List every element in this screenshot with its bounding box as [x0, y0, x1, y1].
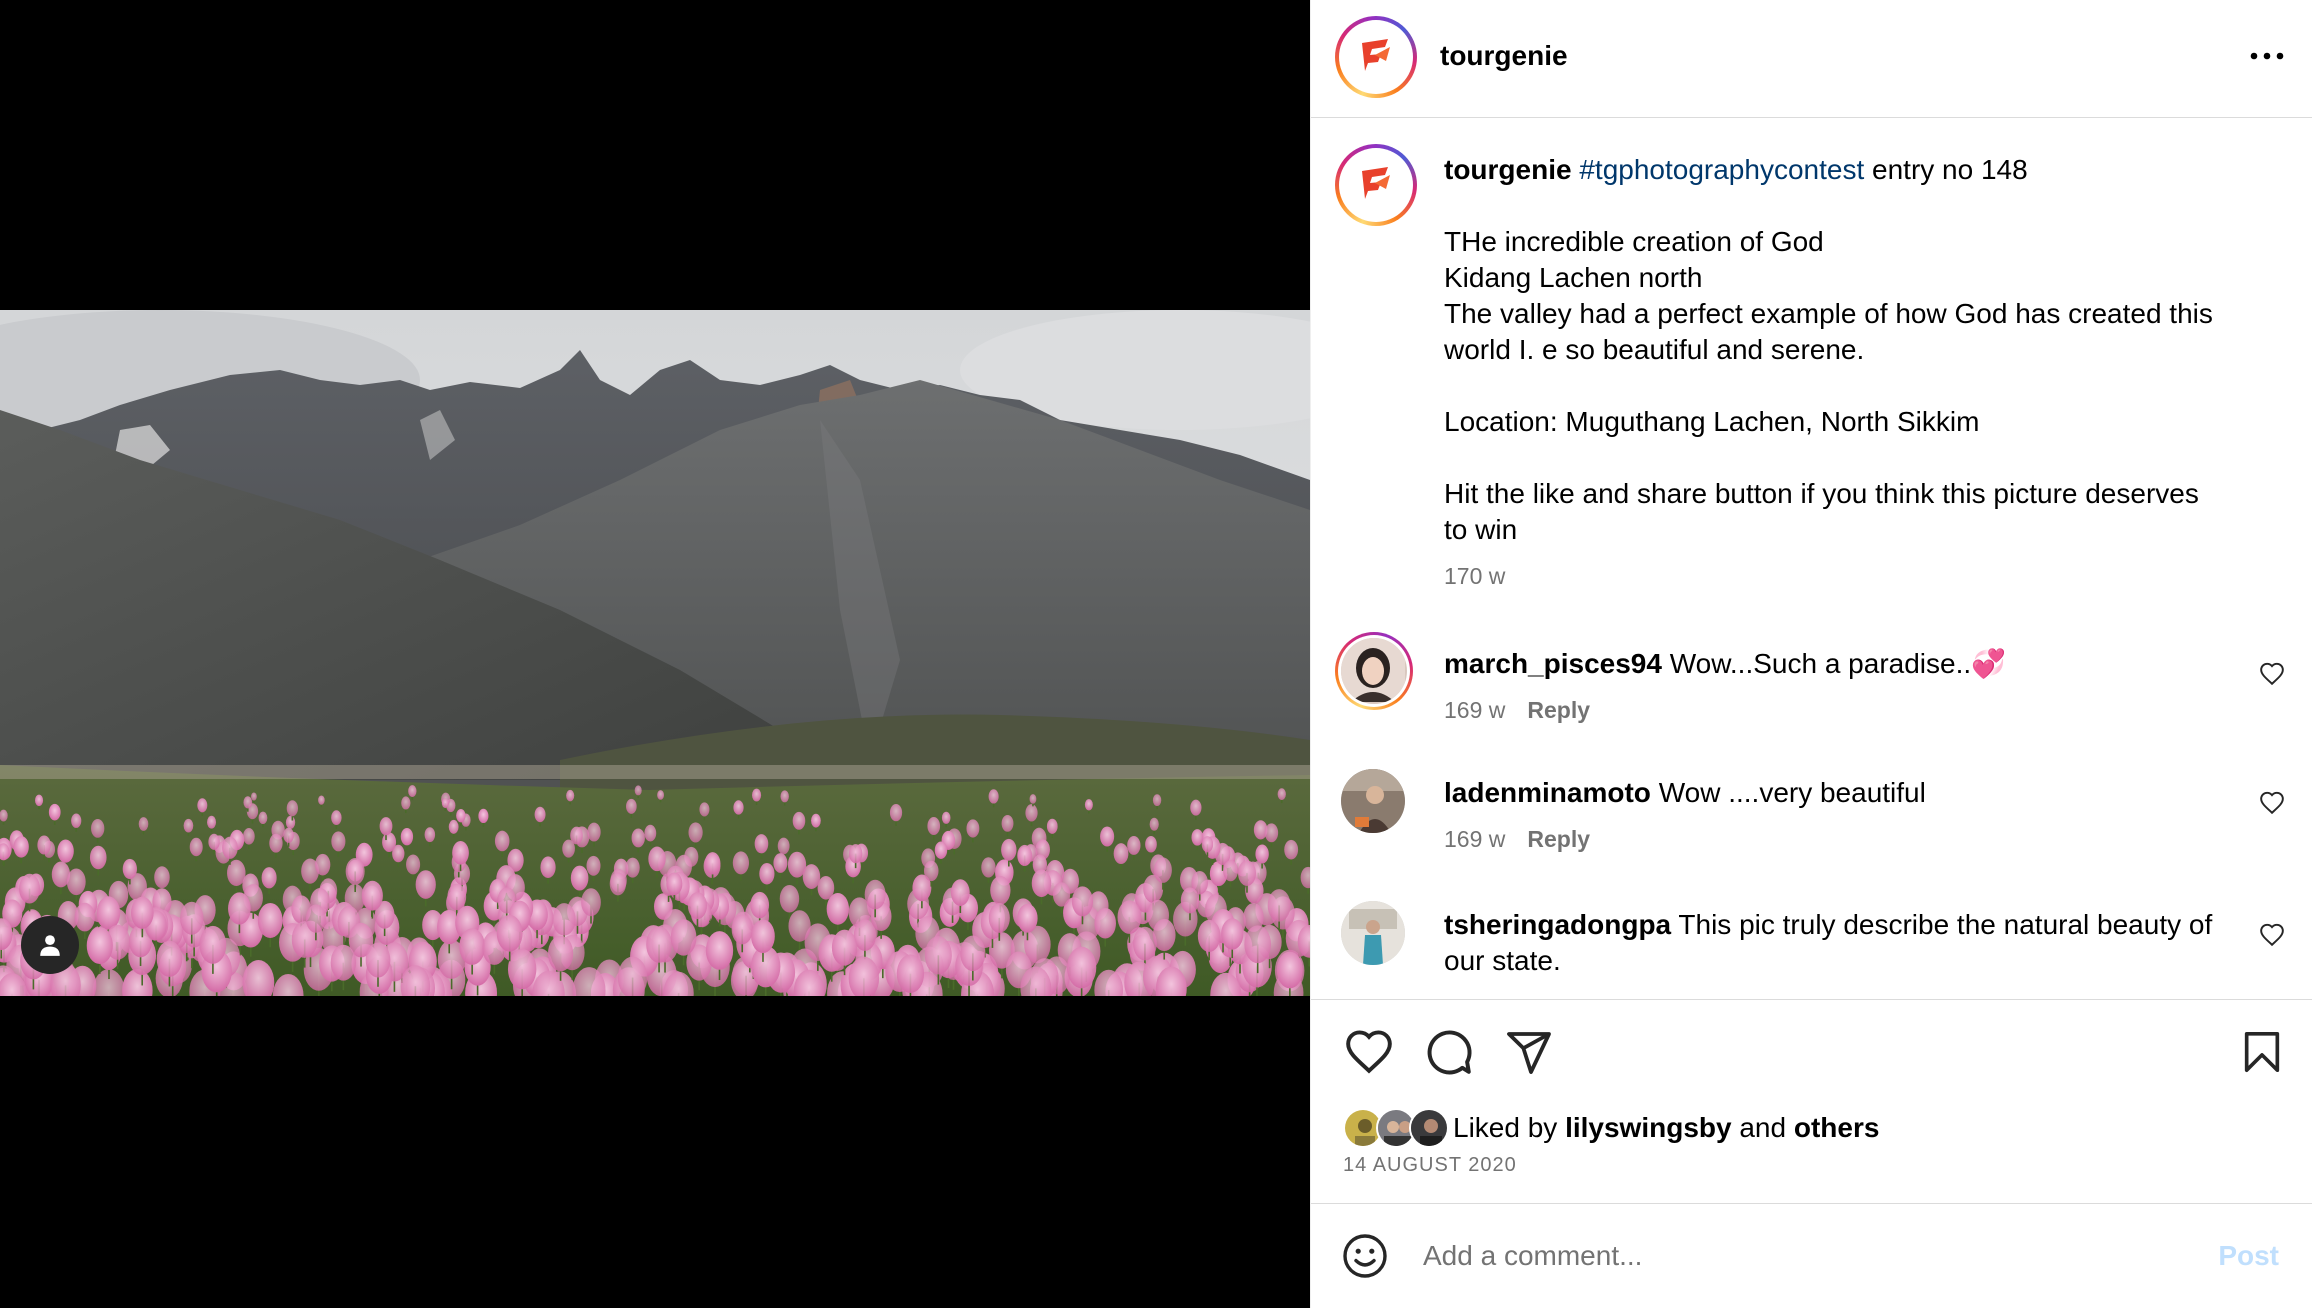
- post-actions: Liked by lilyswingsby and others 14 AUGU…: [1311, 999, 2312, 1204]
- like-button[interactable]: [1343, 1026, 1395, 1078]
- post-header: tourgenie: [1311, 0, 2312, 118]
- liked-by-prefix: Liked by: [1453, 1112, 1566, 1143]
- comment-heart-icon[interactable]: [2259, 661, 2285, 687]
- comment-heart-icon[interactable]: [2259, 790, 2285, 816]
- comment-body: Wow ....very beautiful: [1650, 777, 1926, 808]
- caption-line: The valley had a perfect example of how …: [1444, 298, 2213, 329]
- post-date[interactable]: 14 AUGUST 2020: [1343, 1154, 1517, 1177]
- liked-by-middle: and: [1731, 1112, 1794, 1143]
- caption-line: world I. e so beautiful and serene.: [1444, 334, 1865, 365]
- caption-line: to win: [1444, 514, 1518, 545]
- caption-timestamp[interactable]: 170 w: [1444, 563, 1505, 590]
- portrait-image: [1341, 901, 1405, 965]
- caption-author-avatar[interactable]: [1335, 144, 1417, 226]
- liked-by-text: Liked by lilyswingsby and others: [1453, 1112, 1879, 1144]
- caption-line: Hit the like and share button if you thi…: [1444, 478, 2199, 509]
- comment-item: march_pisces94 Wow...Such a paradise..💞 …: [1311, 624, 2312, 734]
- portrait-image: [1341, 769, 1405, 833]
- heart-icon: [1346, 1030, 1392, 1074]
- likes-others-link[interactable]: others: [1794, 1112, 1880, 1143]
- post-comment-button[interactable]: Post: [2218, 1240, 2279, 1272]
- author-avatar[interactable]: [1335, 16, 1417, 98]
- media-pane: [0, 0, 1310, 1308]
- post-caption: tourgenie #tgphotographycontest entry no…: [1444, 152, 2274, 548]
- caption-line: Location: Muguthang Lachen, North Sikkim: [1444, 406, 1980, 437]
- commenter-username[interactable]: tsheringadongpa: [1444, 909, 1671, 940]
- comment-heart-icon[interactable]: [2259, 922, 2285, 948]
- share-button[interactable]: [1503, 1026, 1555, 1078]
- comment-icon: [1427, 1030, 1472, 1075]
- portrait-image: [1341, 638, 1405, 702]
- hashtag-link[interactable]: #tgphotographycontest: [1579, 154, 1864, 185]
- caption-line: [1444, 440, 2274, 476]
- reply-button[interactable]: Reply: [1527, 697, 1590, 723]
- tourgenie-logo-icon: [1362, 167, 1390, 199]
- post-photo[interactable]: [0, 310, 1310, 996]
- caption-line: THe incredible creation of God: [1444, 226, 1824, 257]
- liker-avatars[interactable]: [1343, 1108, 1449, 1148]
- bookmark-icon: [2244, 1031, 2280, 1073]
- user-icon: [40, 935, 60, 956]
- add-comment-bar: Post: [1311, 1203, 2312, 1308]
- caption-line: [1444, 368, 2274, 404]
- comment-text: march_pisces94 Wow...Such a paradise..💞: [1444, 646, 2224, 682]
- caption-username[interactable]: tourgenie: [1444, 154, 1572, 185]
- commenter-avatar[interactable]: [1341, 769, 1405, 833]
- comment-meta: 169 w Reply: [1444, 697, 1590, 724]
- mountain-meadow-image: [0, 310, 1310, 996]
- caption-first-line-text: entry no 148: [1864, 154, 2028, 185]
- caption-line: Kidang Lachen north: [1444, 262, 1703, 293]
- comment-timestamp[interactable]: 169 w: [1444, 697, 1505, 723]
- liker-avatar: [1409, 1108, 1449, 1148]
- send-icon: [1507, 1032, 1551, 1074]
- more-options-button[interactable]: [2247, 38, 2287, 74]
- reply-button[interactable]: Reply: [1527, 826, 1590, 852]
- instagram-post-view: tourgenie tourgenie #tgphotographycontes…: [0, 0, 2312, 1308]
- commenter-username[interactable]: ladenminamoto: [1444, 777, 1651, 808]
- tourgenie-logo-icon: [1362, 39, 1390, 71]
- comment-button[interactable]: [1423, 1026, 1475, 1078]
- save-button[interactable]: [2236, 1026, 2288, 1078]
- caption-line: [1444, 188, 2274, 224]
- comment-meta: 169 w Reply: [1444, 826, 1590, 853]
- comment-item: tsheringadongpa This pic truly describe …: [1311, 889, 2312, 999]
- commenter-avatar[interactable]: [1335, 632, 1413, 710]
- comment-body: Wow...Such a paradise..💞: [1661, 648, 2007, 679]
- comment-timestamp[interactable]: 169 w: [1444, 826, 1505, 852]
- comment-text: ladenminamoto Wow ....very beautiful: [1444, 775, 2224, 811]
- commenter-username[interactable]: march_pisces94: [1444, 648, 1662, 679]
- more-horizontal-icon: [2250, 52, 2284, 60]
- post-details-panel: tourgenie tourgenie #tgphotographycontes…: [1310, 0, 2312, 1308]
- caption-first-line: tourgenie #tgphotographycontest entry no…: [1444, 152, 2274, 188]
- liked-by-row: Liked by lilyswingsby and others: [1343, 1108, 1879, 1148]
- author-username[interactable]: tourgenie: [1440, 40, 1568, 72]
- comments-scroll-area[interactable]: tourgenie #tgphotographycontest entry no…: [1311, 119, 2312, 999]
- emoji-icon[interactable]: [1341, 1232, 1389, 1280]
- liker-username[interactable]: lilyswingsby: [1565, 1112, 1732, 1143]
- tagged-users-button[interactable]: [21, 916, 79, 974]
- comment-input[interactable]: [1423, 1234, 2183, 1278]
- comment-text: tsheringadongpa This pic truly describe …: [1444, 907, 2224, 979]
- comment-item: ladenminamoto Wow ....very beautiful 169…: [1311, 757, 2312, 867]
- commenter-avatar[interactable]: [1341, 901, 1405, 965]
